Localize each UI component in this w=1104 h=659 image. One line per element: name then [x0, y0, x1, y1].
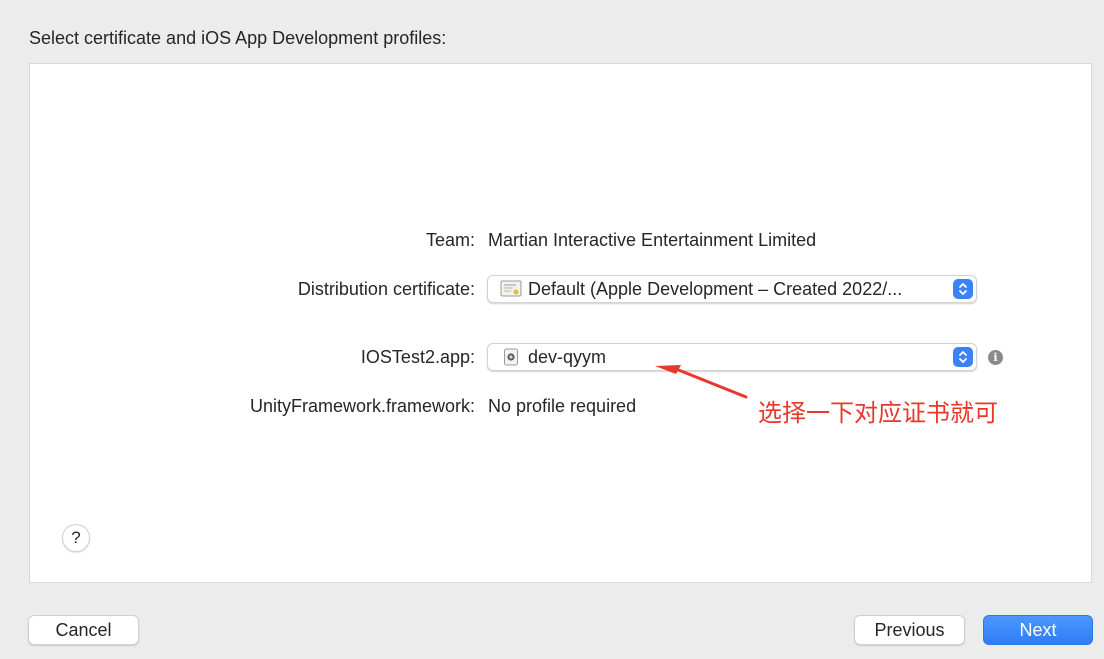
- framework-value: No profile required: [488, 396, 637, 416]
- content-panel: [29, 63, 1092, 583]
- cancel-button[interactable]: Cancel: [28, 615, 139, 645]
- framework-label: UnityFramework.framework:: [249, 396, 475, 416]
- app-profile-value: dev-qyym: [528, 346, 607, 367]
- profile-icon: [503, 348, 519, 366]
- distribution-certificate-popup[interactable]: Default (Apple Development – Created 202…: [487, 275, 977, 303]
- info-icon[interactable]: i: [988, 350, 1003, 365]
- chevron-up-down-icon: [953, 347, 973, 367]
- previous-button[interactable]: Previous: [854, 615, 965, 645]
- distribution-certificate-value: Default (Apple Development – Created 202…: [528, 278, 903, 299]
- chevron-up-down-icon: [953, 279, 973, 299]
- help-button[interactable]: ?: [62, 524, 90, 552]
- certificate-icon: [500, 280, 522, 298]
- app-profile-popup[interactable]: dev-qyym: [487, 343, 977, 371]
- annotation-text: 选择一下对应证书就可: [758, 400, 998, 427]
- distribution-certificate-label: Distribution certificate:: [297, 279, 475, 299]
- page-title: Select certificate and iOS App Developme…: [29, 28, 447, 48]
- app-profile-label: IOSTest2.app:: [360, 347, 475, 367]
- team-value: Martian Interactive Entertainment Limite…: [488, 230, 817, 250]
- team-label: Team:: [425, 230, 475, 250]
- next-button[interactable]: Next: [983, 615, 1093, 645]
